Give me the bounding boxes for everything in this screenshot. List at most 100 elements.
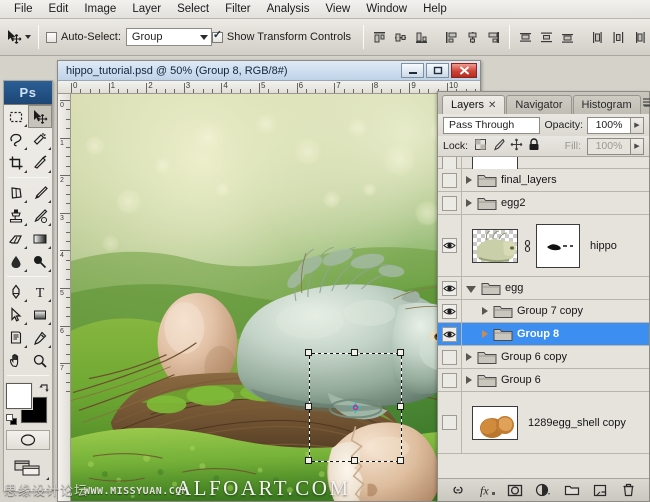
- layer-visibility-toggle[interactable]: [438, 169, 462, 191]
- distribute-left-edges-icon[interactable]: [589, 29, 606, 46]
- rectangular-marquee-tool-icon[interactable]: [4, 105, 28, 128]
- close-icon[interactable]: ✕: [488, 100, 496, 111]
- tab-layers[interactable]: Layers ✕: [442, 95, 505, 114]
- eye-off-icon[interactable]: [442, 373, 457, 388]
- transform-handle-middle-right[interactable]: [397, 403, 404, 410]
- transform-handle-top-center[interactable]: [351, 349, 358, 356]
- history-brush-tool-icon[interactable]: [28, 204, 52, 227]
- layer-row[interactable]: egg: [438, 277, 649, 300]
- align-bottom-edges-icon[interactable]: [413, 29, 430, 46]
- new-adjustment-layer-icon[interactable]: [534, 481, 552, 499]
- menu-item-window[interactable]: Window: [358, 1, 415, 17]
- layer-mask-thumbnail[interactable]: [536, 224, 580, 268]
- layer-row[interactable]: 1289egg_shell copy: [438, 392, 649, 454]
- layer-visibility-toggle[interactable]: [438, 300, 462, 322]
- layer-style-fx-icon[interactable]: fx: [478, 481, 496, 499]
- align-right-edges-icon[interactable]: [485, 29, 502, 46]
- canvas-area[interactable]: [71, 94, 480, 501]
- add-layer-mask-icon[interactable]: [506, 481, 524, 499]
- layer-visibility-toggle[interactable]: [438, 369, 462, 391]
- tab-navigator[interactable]: Navigator: [506, 95, 571, 114]
- layer-visibility-toggle[interactable]: [438, 192, 462, 214]
- eyedropper-tool-icon[interactable]: [28, 326, 52, 349]
- eye-off-icon[interactable]: [442, 350, 457, 365]
- dodge-tool-icon[interactable]: [28, 250, 52, 273]
- menu-item-view[interactable]: View: [317, 1, 358, 17]
- show-transform-controls-checkbox[interactable]: [212, 32, 223, 43]
- transform-handle-bottom-center[interactable]: [351, 457, 358, 464]
- eye-icon[interactable]: [442, 327, 457, 342]
- layer-row-body[interactable]: final_layers: [462, 169, 649, 191]
- clone-stamp-tool-icon[interactable]: [4, 204, 28, 227]
- eye-off-icon[interactable]: [442, 196, 457, 211]
- layer-visibility-toggle[interactable]: [438, 215, 462, 276]
- hand-tool-icon[interactable]: [4, 349, 28, 372]
- layer-row[interactable]: egg2: [438, 192, 649, 215]
- distribute-top-edges-icon[interactable]: [517, 29, 534, 46]
- layer-row[interactable]: Group 7 copy: [438, 300, 649, 323]
- layer-row-selected[interactable]: Group 8: [438, 323, 649, 346]
- eye-off-icon[interactable]: [442, 415, 457, 430]
- fill-slider-arrow-icon[interactable]: ▶: [631, 138, 644, 155]
- move-tool-icon[interactable]: [28, 105, 52, 128]
- menu-item-layer[interactable]: Layer: [124, 1, 169, 17]
- notes-tool-icon[interactable]: [4, 326, 28, 349]
- layer-visibility-toggle[interactable]: [438, 323, 462, 345]
- layer-thumbnail[interactable]: [472, 406, 518, 440]
- layer-row-body[interactable]: egg: [462, 277, 649, 299]
- pen-tool-icon[interactable]: [4, 280, 28, 303]
- fill-value[interactable]: 100%: [587, 138, 631, 155]
- menu-item-file[interactable]: File: [6, 1, 41, 17]
- layer-row-body[interactable]: hippo: [462, 215, 649, 276]
- transform-handle-top-right[interactable]: [397, 349, 404, 356]
- layers-list[interactable]: final_layersegg2hippoeggGroup 7 copyGrou…: [438, 157, 649, 478]
- layer-visibility-toggle[interactable]: [438, 277, 462, 299]
- layer-row[interactable]: Group 6 copy: [438, 346, 649, 369]
- layer-row-body[interactable]: Group 6: [462, 369, 649, 391]
- layer-visibility-toggle[interactable]: [438, 157, 462, 168]
- menu-item-select[interactable]: Select: [169, 1, 217, 17]
- brush-tool-icon[interactable]: [28, 181, 52, 204]
- menu-item-image[interactable]: Image: [76, 1, 124, 17]
- link-layers-icon[interactable]: [449, 481, 467, 499]
- transform-reference-point-icon[interactable]: [349, 401, 362, 414]
- layer-row-body[interactable]: Group 7 copy: [462, 300, 649, 322]
- layer-row-body[interactable]: [462, 157, 649, 168]
- swap-colors-icon[interactable]: [38, 383, 50, 398]
- layer-thumbnail[interactable]: [472, 229, 518, 263]
- group-expand-triangle-icon[interactable]: [482, 307, 488, 315]
- layer-row-body[interactable]: Group 8: [462, 323, 649, 345]
- distribute-horizontal-centers-icon[interactable]: [610, 29, 627, 46]
- type-tool-icon[interactable]: T: [28, 280, 52, 303]
- transform-handle-bottom-right[interactable]: [397, 457, 404, 464]
- magic-wand-tool-icon[interactable]: [28, 128, 52, 151]
- tool-preset-caret-icon[interactable]: [25, 35, 31, 39]
- eraser-tool-icon[interactable]: [4, 227, 28, 250]
- crop-tool-icon[interactable]: [4, 151, 28, 174]
- group-collapse-triangle-icon[interactable]: [466, 286, 476, 293]
- layer-visibility-toggle[interactable]: [438, 392, 462, 453]
- rectangle-shape-tool-icon[interactable]: [28, 303, 52, 326]
- gradient-tool-icon[interactable]: [28, 227, 52, 250]
- new-group-icon[interactable]: [563, 481, 581, 499]
- layer-row[interactable]: Group 6: [438, 369, 649, 392]
- eye-icon[interactable]: [442, 238, 457, 253]
- menu-item-edit[interactable]: Edit: [41, 1, 77, 17]
- opacity-slider-arrow-icon[interactable]: ▶: [631, 117, 644, 134]
- auto-select-checkbox[interactable]: [46, 32, 57, 43]
- panel-menu-icon[interactable]: [642, 96, 650, 114]
- layer-row-body[interactable]: Group 6 copy: [462, 346, 649, 368]
- layer-row-body[interactable]: egg2: [462, 192, 649, 214]
- menu-item-filter[interactable]: Filter: [217, 1, 259, 17]
- group-expand-triangle-icon[interactable]: [466, 176, 472, 184]
- menu-item-help[interactable]: Help: [415, 1, 455, 17]
- new-layer-icon[interactable]: [591, 481, 609, 499]
- layer-row[interactable]: hippo: [438, 215, 649, 277]
- slice-tool-icon[interactable]: [28, 151, 52, 174]
- lasso-tool-icon[interactable]: [4, 128, 28, 151]
- restore-button[interactable]: [426, 63, 449, 78]
- distribute-bottom-edges-icon[interactable]: [559, 29, 576, 46]
- layer-visibility-toggle[interactable]: [438, 346, 462, 368]
- close-button[interactable]: [451, 63, 477, 78]
- layer-row[interactable]: [438, 157, 649, 169]
